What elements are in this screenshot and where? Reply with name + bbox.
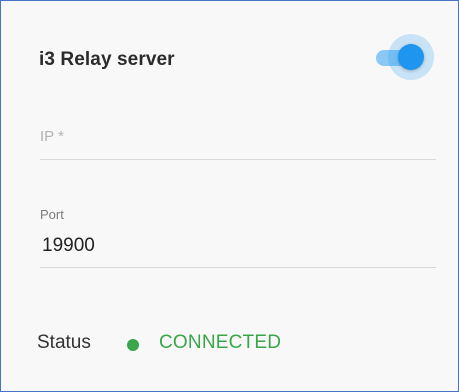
status-row: Status CONNECTED [37,330,437,356]
card-title: i3 Relay server [39,49,175,70]
relay-panel-frame: i3 Relay server IP * Port Status CONNECT… [0,0,459,392]
relay-enable-toggle[interactable] [372,34,434,80]
port-label: Port [40,207,64,222]
status-dot-icon [127,339,139,351]
relay-server-card: i3 Relay server IP * Port Status CONNECT… [2,2,457,390]
ip-underline [40,159,436,160]
ip-placeholder: IP * [40,128,64,145]
ip-field[interactable]: IP * [40,120,436,160]
port-field[interactable]: Port [40,204,436,268]
status-value: CONNECTED [159,332,282,353]
port-input[interactable] [42,235,422,257]
toggle-thumb[interactable] [398,44,424,70]
port-underline [40,267,436,268]
status-label: Status [37,332,91,353]
